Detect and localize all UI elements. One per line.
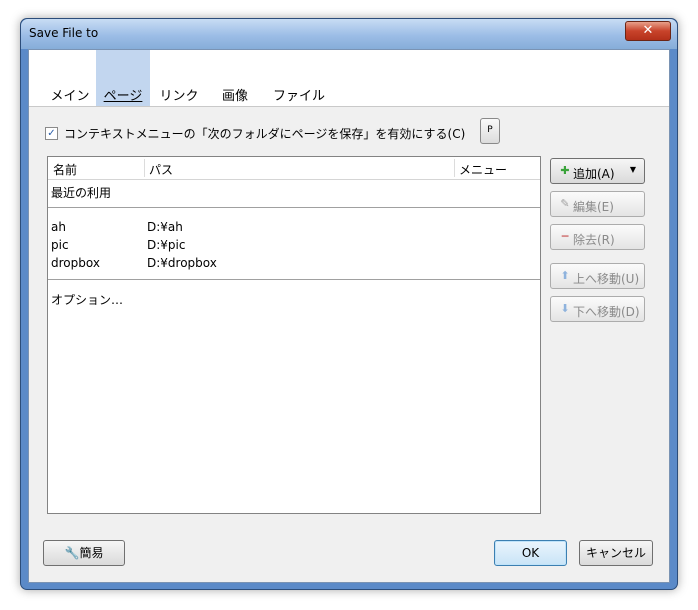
pencil-icon: ✎ — [560, 197, 570, 210]
wrench-icon: 🔧 — [64, 546, 80, 560]
folder-name: pic — [51, 238, 69, 252]
simple-mode-label: 簡易 — [79, 546, 104, 560]
tab-page[interactable]: ページ — [96, 50, 150, 106]
move-up-button-label: 上へ移動(U) — [573, 272, 640, 286]
context-menu-checkbox-label: コンテキストメニューの「次のフォルダにページを保存」を有効にする(C) — [64, 127, 466, 141]
minus-icon: ━ — [561, 230, 569, 243]
tab-image[interactable]: 画像 — [213, 50, 257, 106]
folder-list[interactable]: 名前 パス メニュー 最近の利用 ah D:¥ah pic D:¥pic dro… — [47, 156, 541, 514]
simple-mode-button[interactable]: 🔧簡易 — [43, 540, 125, 566]
folder-name: ah — [51, 220, 66, 234]
edit-button[interactable]: ✎ 編集(E) — [550, 191, 645, 217]
title-bar[interactable]: Save File to ✕ — [21, 19, 677, 49]
column-header-path[interactable]: パス — [149, 161, 173, 178]
folder-path: D:¥ah — [147, 220, 183, 234]
tab-label: ファイル — [272, 89, 325, 104]
tab-label: ページ — [103, 89, 143, 104]
close-icon: ✕ — [642, 23, 654, 38]
tab-link[interactable]: リンク — [153, 50, 205, 106]
move-down-button-label: 下へ移動(D) — [573, 305, 640, 319]
column-divider[interactable] — [144, 159, 145, 177]
add-button-label: 追加(A) — [573, 167, 615, 181]
options-item[interactable]: オプション… — [51, 291, 123, 308]
column-divider[interactable] — [454, 159, 455, 177]
remove-button-label: 除去(R) — [573, 233, 615, 247]
plus-icon: ✚ — [560, 164, 570, 177]
folder-name: dropbox — [51, 256, 100, 270]
move-down-button[interactable]: ⬇ 下へ移動(D) — [550, 296, 645, 322]
column-header-name[interactable]: 名前 — [53, 161, 77, 178]
ok-button[interactable]: OK — [494, 540, 567, 566]
tab-file[interactable]: ファイル — [267, 50, 331, 106]
tab-bar: メイン ページ リンク 画像 ファイル — [29, 50, 669, 107]
arrow-up-icon: ⬆ — [560, 269, 570, 282]
move-up-button[interactable]: ⬆ 上へ移動(U) — [550, 263, 645, 289]
tab-label: メイン — [50, 89, 90, 104]
close-button[interactable]: ✕ — [625, 21, 671, 41]
tab-main[interactable]: メイン — [47, 50, 93, 106]
list-separator — [48, 207, 540, 208]
column-header-menu[interactable]: メニュー — [459, 161, 507, 178]
tab-label: 画像 — [221, 89, 248, 104]
remove-button[interactable]: ━ 除去(R) — [550, 224, 645, 250]
folder-path: D:¥pic — [147, 238, 186, 252]
list-separator — [48, 279, 540, 280]
dialog-client-area: メイン ページ リンク 画像 ファイル ✓ コンテキストメニューの「次のフォルダ… — [28, 49, 670, 583]
tab-label: リンク — [159, 89, 199, 104]
arrow-down-icon: ⬇ — [560, 302, 570, 315]
edit-button-label: 編集(E) — [573, 200, 614, 214]
recent-usage-item[interactable]: 最近の利用 — [51, 184, 111, 201]
list-header: 名前 パス メニュー — [48, 157, 540, 180]
p-button[interactable]: P — [480, 118, 500, 144]
window-title: Save File to — [29, 26, 99, 40]
dropdown-arrow-icon: ▼ — [629, 165, 636, 174]
folder-path: D:¥dropbox — [147, 256, 217, 270]
dialog-window: Save File to ✕ メイン ページ リンク 画像 ファイル ✓ コンテ… — [20, 18, 678, 590]
add-button[interactable]: ✚ 追加(A) ▼ — [550, 158, 645, 184]
cancel-button[interactable]: キャンセル — [579, 540, 653, 566]
context-menu-checkbox[interactable]: ✓ — [45, 127, 58, 140]
